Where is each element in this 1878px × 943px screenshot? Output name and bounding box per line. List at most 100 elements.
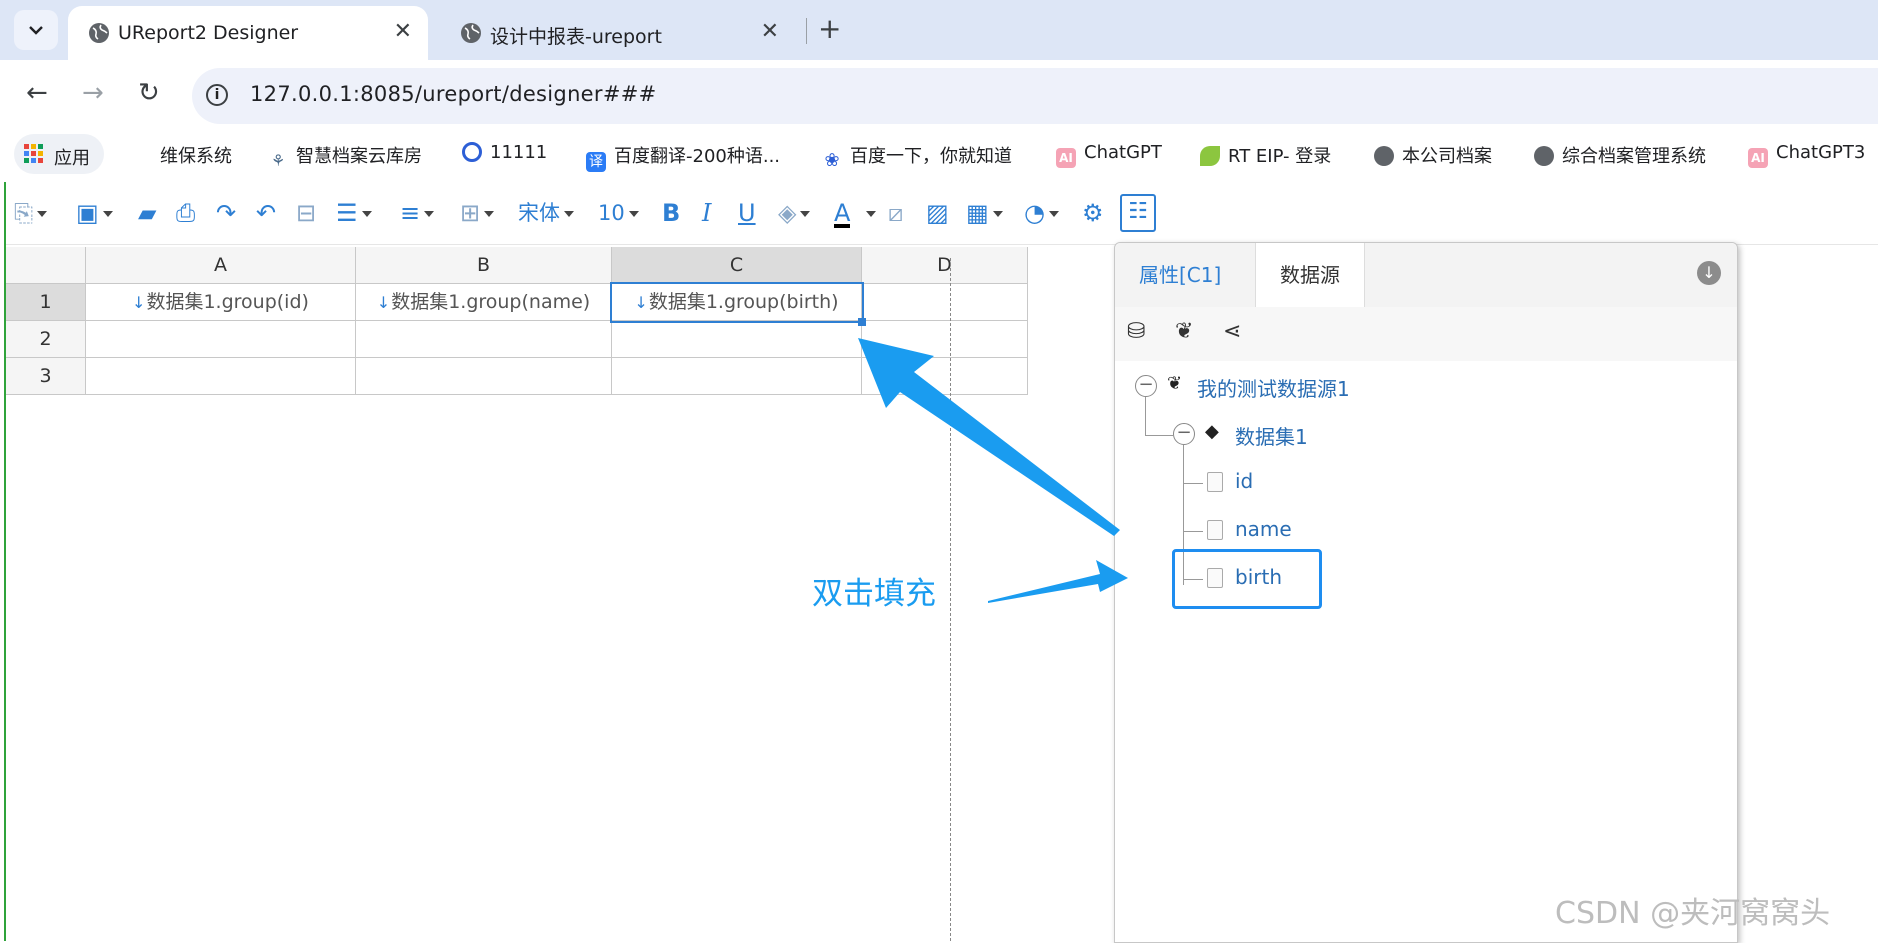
font-size-select[interactable]: 10 (598, 198, 639, 228)
grid-cell-b1[interactable]: 数据集1.group(name) (356, 284, 612, 321)
row-header[interactable]: 3 (6, 358, 86, 395)
property-panel-toggle-icon[interactable]: ☷ (1120, 194, 1156, 232)
image-icon[interactable]: ▨ (926, 198, 949, 228)
ai-icon: AI (1056, 148, 1076, 168)
fill-handle[interactable] (858, 318, 866, 326)
browser-tab-active[interactable]: UReport2 Designer ✕ (68, 6, 428, 60)
grid-cell-b2[interactable] (356, 321, 612, 358)
italic-button[interactable]: I (702, 198, 711, 228)
settings-gear-icon[interactable]: ⚙ (1082, 198, 1104, 228)
bookmark-item[interactable]: 11111 (462, 142, 547, 163)
valign-icon[interactable]: ≡ (400, 198, 435, 228)
bookmark-item[interactable]: ❀ 百度一下，你就知道 (822, 142, 1012, 171)
datasource-toolbar: ⛁ ❦ ⋖ (1115, 307, 1737, 361)
url-text[interactable]: 127.0.0.1:8085/ureport/designer### (250, 82, 657, 106)
bookmark-item[interactable]: AI ChatGPT3 (1748, 142, 1865, 168)
fill-color-icon[interactable]: ◈ (778, 198, 811, 228)
leaf-datasource-icon[interactable]: ❦ (1175, 319, 1193, 344)
lotus-icon: ⚘ (270, 151, 286, 170)
chart-icon[interactable]: ◔ (1024, 198, 1059, 228)
cell-selection-outline (610, 282, 864, 323)
tree-line (1183, 531, 1203, 532)
grid-cell-c2[interactable] (612, 321, 862, 358)
font-color-caret[interactable] (862, 198, 876, 228)
bookmark-item[interactable]: 本公司档案 (1374, 142, 1492, 168)
apps-grid-icon (24, 144, 43, 163)
column-header[interactable]: C (612, 247, 862, 284)
column-header[interactable]: A (86, 247, 356, 284)
row-header[interactable]: 1 (6, 284, 86, 321)
import-icon[interactable]: ⎙ (176, 198, 195, 228)
page-boundary-line (950, 258, 951, 941)
grid-cell-d1[interactable] (862, 284, 1028, 321)
grid-cell-a3[interactable] (86, 358, 356, 395)
new-tab-button[interactable]: + (818, 12, 841, 45)
bookmark-item[interactable]: AI ChatGPT (1056, 142, 1162, 168)
tree-line (1183, 483, 1203, 484)
slash-cell-icon[interactable]: ⧄ (888, 198, 903, 228)
grid-corner[interactable] (6, 247, 86, 284)
bookmark-item[interactable]: 综合档案管理系统 (1534, 142, 1706, 168)
column-header[interactable]: D (862, 247, 1028, 284)
tree-line (1145, 435, 1173, 436)
font-color-button[interactable]: A (834, 198, 851, 228)
qrcode-icon[interactable]: ▦ (966, 198, 1003, 228)
reload-icon[interactable]: ↻ (138, 78, 160, 108)
address-bar[interactable]: i 127.0.0.1:8085/ureport/designer### (192, 68, 1878, 124)
collapse-node-icon[interactable]: − (1173, 423, 1195, 445)
share-icon[interactable]: ⋖ (1223, 319, 1241, 344)
bookmark-item[interactable]: 译百度翻译-200种语... (586, 142, 780, 172)
globe-icon (1534, 146, 1554, 166)
merge-cells-icon[interactable]: ⊟ (296, 198, 316, 228)
database-icon[interactable]: ⛁ (1127, 319, 1145, 344)
baidu-paw-icon: ❀ (824, 150, 840, 171)
tab-search-button[interactable] (14, 10, 58, 50)
tree-field-name[interactable]: name (1235, 517, 1292, 541)
site-info-icon[interactable]: i (206, 84, 228, 106)
tree-line (1145, 397, 1146, 435)
cube-icon: ◆ (1205, 421, 1219, 442)
grid-cell-a1[interactable]: 数据集1.group(id) (86, 284, 356, 321)
tab-title: 设计中报表-ureport (490, 26, 662, 48)
close-tab-icon[interactable]: ✕ (394, 19, 412, 44)
tree-datasource-label[interactable]: 我的测试数据源1 (1197, 373, 1350, 402)
grid-cell-a2[interactable] (86, 321, 356, 358)
browser-tab-strip: UReport2 Designer ✕ 设计中报表-ureport ✕ + (0, 0, 1878, 60)
preview-icon[interactable]: ⎘ (14, 198, 48, 228)
tab-title: UReport2 Designer (118, 22, 299, 44)
grid-cell-c3[interactable] (612, 358, 862, 395)
field-icon (1207, 472, 1223, 492)
back-arrow-icon[interactable]: ← (26, 78, 48, 108)
bookmark-apps[interactable]: 应用 (14, 134, 104, 174)
align-center-icon[interactable]: ☰ (336, 198, 372, 228)
grid-cell-d3[interactable] (862, 358, 1028, 395)
open-folder-icon[interactable]: ▰ (138, 198, 156, 228)
bold-button[interactable]: B (662, 198, 680, 228)
bookmarks-bar: 应用 维保系统 ⚘ 智慧档案云库房 11111 译百度翻译-200种语... ❀ 百… (0, 132, 1878, 182)
annotation-label: 双击填充 (812, 576, 936, 612)
collapse-node-icon[interactable]: − (1135, 375, 1157, 397)
redo-icon[interactable]: ↷ (216, 198, 236, 228)
target-icon (462, 142, 482, 162)
bookmark-item[interactable]: ⚘ 智慧档案云库房 (268, 142, 422, 171)
browser-tab[interactable]: 设计中报表-ureport ✕ (440, 6, 795, 60)
tab-datasource[interactable]: 数据源 (1255, 243, 1365, 308)
bookmark-item[interactable]: 维保系统 (160, 142, 232, 168)
close-tab-icon[interactable]: ✕ (761, 19, 779, 44)
grid-cell-d2[interactable] (862, 321, 1028, 358)
tree-field-id[interactable]: id (1235, 469, 1253, 493)
font-family-select[interactable]: 宋体 (518, 198, 574, 228)
undo-icon[interactable]: ↶ (256, 198, 276, 228)
forward-arrow-icon[interactable]: → (82, 78, 104, 108)
collapse-down-icon[interactable]: ↓ (1697, 261, 1721, 285)
grid-cell-b3[interactable] (356, 358, 612, 395)
tree-dataset-label[interactable]: 数据集1 (1235, 421, 1308, 450)
leaf-datasource-icon: ❦ (1167, 373, 1183, 394)
row-header[interactable]: 2 (6, 321, 86, 358)
column-header[interactable]: B (356, 247, 612, 284)
save-icon[interactable]: ▣ (76, 198, 113, 228)
underline-button[interactable]: U (738, 198, 756, 228)
border-icon[interactable]: ⊞ (460, 198, 495, 228)
bookmark-item[interactable]: RT EIP- 登录 (1200, 142, 1331, 168)
tab-properties[interactable]: 属性[C1] (1115, 243, 1245, 307)
